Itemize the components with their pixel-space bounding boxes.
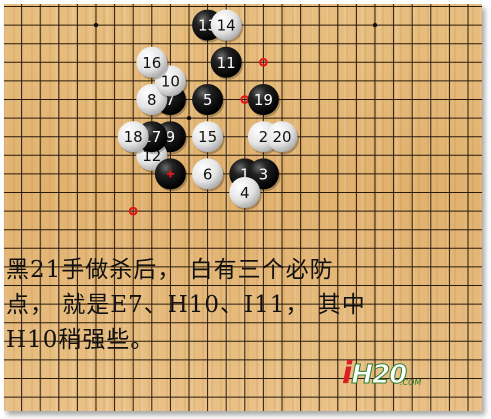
black-stone: 5 [192,84,225,117]
white-stone: 16 [136,46,169,80]
game-window: 1 2 3 4 5 6 7 8 9 10 11 12 13 14 15 16 17 18 19 20 黑21手做杀后，… [0,0,491,419]
star-point [93,22,99,28]
stone-number: 11 [217,54,236,72]
commentary-line-3: H10稍强些。 [6,327,155,353]
commentary-line-2: 点， 就是E7、H10、I11， 其中 [6,292,366,318]
stone-number: 20 [272,128,291,146]
stone-number: 8 [147,91,157,109]
commentary-line-1: 黑21手做杀后， 白有三个必防 [6,257,334,283]
stone-number: 19 [254,91,273,109]
stone-number: 15 [198,128,217,146]
star-point [372,22,378,28]
stone-number: 5 [203,91,213,109]
white-stone: 6 [192,158,225,192]
stone-number: 4 [240,184,250,202]
star-point [186,115,192,121]
logo-text: iH20 [342,356,408,391]
black-stone: 11 [210,46,244,80]
site-logo: iH20 .COM [342,354,442,391]
logo-letter: i [342,356,352,391]
black-stone [154,158,188,192]
stone-number: 6 [203,165,213,183]
commentary-text: 黑21手做杀后， 白有三个必防 点， 就是E7、H10、I11， 其中 H10稍… [6,253,476,358]
logo-letters: H20 [351,360,408,391]
stone-number: 16 [142,54,161,72]
stone-number: 18 [124,128,143,146]
stone-number: 3 [259,165,269,183]
white-stone: 15 [192,121,225,155]
stone-number: 14 [217,17,236,35]
logo-domain: .COM [400,378,422,387]
black-stone: 19 [247,84,281,117]
